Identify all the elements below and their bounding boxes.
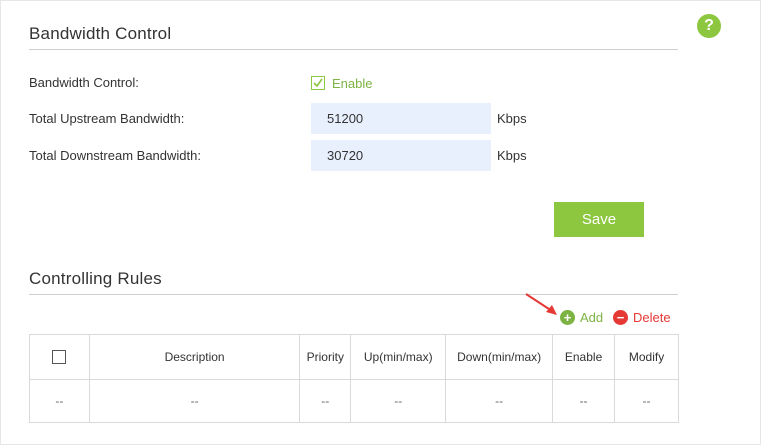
table-cell: -- (445, 379, 554, 423)
enable-label: Enable (332, 75, 373, 91)
rules-table: Description Priority Up(min/max) Down(mi… (29, 334, 679, 423)
table-cell: -- (552, 379, 616, 423)
bandwidth-section-divider (29, 49, 678, 50)
table-cell: -- (88, 379, 301, 423)
table-row: -- -- -- -- -- -- -- (29, 379, 679, 423)
column-header: Priority (299, 334, 352, 380)
rules-section-title: Controlling Rules (29, 269, 162, 288)
rules-section-divider (29, 294, 678, 295)
add-label: Add (580, 309, 604, 325)
minus-icon: − (613, 309, 628, 325)
select-all-cell[interactable] (29, 334, 90, 380)
table-cell: -- (29, 379, 90, 423)
column-header: Up(min/max) (350, 334, 447, 380)
bandwidth-control-label: Bandwidth Control: (29, 75, 139, 90)
save-button[interactable]: Save (554, 202, 644, 237)
delete-button[interactable]: − Delete (613, 308, 671, 326)
enable-checkbox[interactable] (311, 76, 325, 90)
plus-icon: + (560, 309, 575, 325)
enable-checkbox-group[interactable]: Enable (311, 74, 372, 92)
help-icon[interactable]: ? (697, 14, 721, 38)
delete-label: Delete (633, 309, 671, 325)
table-header-row: Description Priority Up(min/max) Down(mi… (29, 334, 679, 380)
column-header: Enable (552, 334, 616, 380)
downstream-unit: Kbps (497, 148, 527, 163)
select-all-checkbox[interactable] (52, 350, 67, 365)
table-cell: -- (614, 379, 679, 423)
add-button[interactable]: + Add (560, 308, 603, 326)
table-cell: -- (299, 379, 352, 423)
checkmark-icon (313, 78, 323, 88)
column-header: Description (88, 334, 301, 380)
downstream-bandwidth-input[interactable]: 30720 (311, 140, 491, 171)
bandwidth-section-title: Bandwidth Control (29, 24, 172, 43)
upstream-bandwidth-input[interactable]: 51200 (311, 103, 491, 134)
upstream-unit: Kbps (497, 111, 527, 126)
column-header: Down(min/max) (445, 334, 554, 380)
downstream-bandwidth-label: Total Downstream Bandwidth: (29, 148, 201, 163)
pointer-arrow-icon (525, 293, 557, 315)
column-header: Modify (614, 334, 679, 380)
table-cell: -- (350, 379, 447, 423)
upstream-bandwidth-label: Total Upstream Bandwidth: (29, 111, 185, 126)
